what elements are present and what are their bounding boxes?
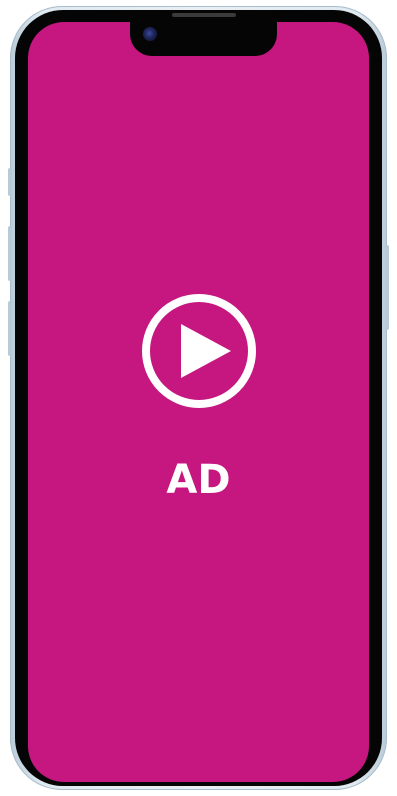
- silent-switch: [8, 168, 12, 196]
- power-button: [385, 245, 389, 330]
- ad-label: AD: [166, 457, 231, 503]
- front-camera-icon: [143, 27, 157, 41]
- volume-up-button: [8, 226, 12, 281]
- play-circle-icon[interactable]: [140, 292, 258, 410]
- volume-down-button: [8, 301, 12, 356]
- speaker-grille: [172, 13, 236, 17]
